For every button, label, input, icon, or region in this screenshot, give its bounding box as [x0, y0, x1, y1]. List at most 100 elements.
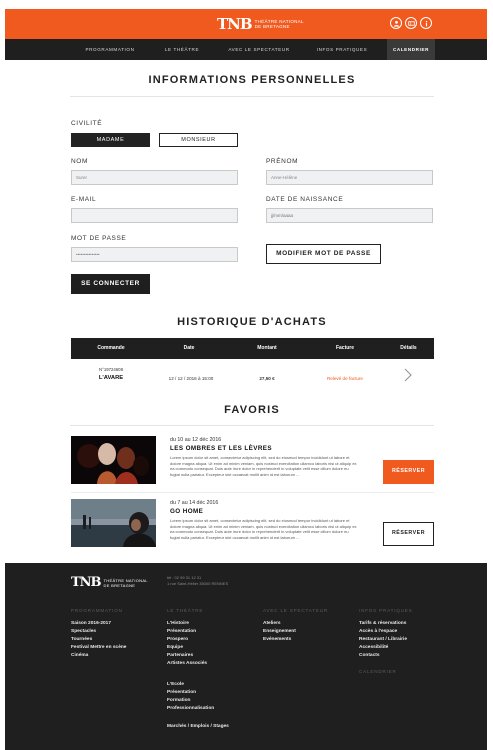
show-image-go-home[interactable] [71, 499, 156, 547]
col-details: Détails [400, 345, 417, 351]
footer-link[interactable]: Prospero [167, 636, 207, 644]
footer-link[interactable]: Restaurant / Librairie [359, 636, 407, 644]
footer-link[interactable]: Partenaires [167, 652, 207, 660]
fav-title[interactable]: GO HOME [170, 508, 203, 515]
birth-label: DATE DE NAISSANCE [266, 196, 344, 203]
history-title: HISTORIQUE D'ACHATS [177, 316, 327, 328]
birth-date-field[interactable] [266, 208, 433, 223]
footer-link[interactable]: Evénements [263, 636, 296, 644]
footer-link[interactable]: Cinéma [71, 652, 126, 660]
nav-avec-le-spectateur[interactable]: AVEC LE SPECTATEUR [223, 39, 295, 60]
footer-logo-text: THÉÂTRE NATIONAL DE BRETAGNE [104, 578, 148, 588]
email-field[interactable] [71, 208, 238, 223]
footer-link[interactable]: Festival Mettre en scène [71, 644, 126, 652]
divider [70, 96, 434, 97]
footer-link[interactable]: Enseignement [263, 628, 296, 636]
footer-link[interactable]: L'Ecole [167, 681, 214, 689]
footer-link[interactable]: Présentation [167, 628, 207, 636]
order-amount: 27,50 € [259, 376, 275, 381]
madame-toggle[interactable]: MADAME [71, 133, 150, 147]
show-image-ombres[interactable] [71, 436, 156, 484]
password-field[interactable] [71, 247, 238, 262]
footer: TNB THÉÂTRE NATIONAL DE BRETAGNE tél : 0… [5, 563, 487, 750]
nom-field[interactable] [71, 170, 238, 185]
footer-col-infos: Tarifs & réservations Accès à l'espace R… [359, 620, 407, 660]
footer-address: 1 rue Saint-Hélier 35000 RENNES [167, 581, 229, 586]
footer-link[interactable]: Ateliers [263, 620, 296, 628]
footer-col-programmation: Saison 2016-2017 Spectacles Tournées Fes… [71, 620, 126, 660]
footer-link[interactable]: Contacts [359, 652, 407, 660]
col-facture: Facture [335, 345, 355, 351]
email-label: E-MAIL [71, 196, 97, 203]
order-number: N°19724608 [99, 367, 123, 372]
footer-col-infos-head[interactable]: INFOS PRATIQUES [359, 608, 413, 613]
nav-le-theatre[interactable]: LE THÉÂTRE [155, 39, 209, 60]
user-icon[interactable] [390, 17, 402, 29]
footer-logo-mark: TNB [71, 575, 102, 590]
fav-description: Lorem ipsum dolor sit amet, consectetur … [170, 455, 357, 477]
prenom-label: PRÉNOM [266, 158, 299, 165]
footer-col-spectateur: Ateliers Enseignement Evénements [263, 620, 296, 644]
reserve-button[interactable]: RÉSERVER [383, 522, 434, 546]
footer-col-ecole: L'Ecole Présentation Formation Professio… [167, 681, 214, 713]
prenom-field[interactable] [266, 170, 433, 185]
modify-password-button[interactable]: MODIFIER MOT DE PASSE [266, 244, 381, 264]
monsieur-toggle[interactable]: MONSIEUR [159, 133, 238, 147]
col-montant: Montant [257, 345, 277, 351]
invoice-link[interactable]: Relevé de facture [315, 376, 375, 381]
footer-col-theatre-head[interactable]: LE THÉÂTRE [167, 608, 203, 613]
reserve-button[interactable]: RÉSERVER [383, 460, 434, 484]
footer-col-theatre: L'Histoire Présentation Prospero Equipe … [167, 620, 207, 668]
footer-link[interactable]: Artistes Associés [167, 660, 207, 668]
ticket-icon[interactable] [405, 17, 417, 29]
top-icons [390, 17, 432, 29]
footer-link[interactable]: L'Histoire [167, 620, 207, 628]
col-commande: Commande [97, 345, 125, 351]
footer-link[interactable]: Présentation [167, 689, 214, 697]
footer-logo[interactable]: TNB THÉÂTRE NATIONAL DE BRETAGNE [71, 575, 148, 590]
main-nav: PROGRAMMATION LE THÉÂTRE AVEC LE SPECTAT… [5, 39, 487, 60]
order-date: 12 / 12 / 2016 à 15:00 [168, 376, 214, 381]
personal-info-title: INFORMATIONS PERSONNELLES [148, 74, 356, 86]
fav-title[interactable]: LES OMBRES ET LES LÈVRES [170, 445, 272, 452]
footer-link[interactable]: Formation [167, 697, 214, 705]
footer-link[interactable]: Spectacles [71, 628, 126, 636]
footer-calendrier-head[interactable]: CALENDRIER [359, 669, 397, 674]
footer-contact: tél : 02 99 31 12 31 1 rue Saint-Hélier … [167, 575, 228, 587]
divider [71, 492, 434, 493]
favoris-title: FAVORIS [224, 404, 280, 416]
nav-programmation[interactable]: PROGRAMMATION [79, 39, 141, 60]
footer-link[interactable]: Accès à l'espace [359, 628, 407, 636]
footer-logo-line-2: DE BRETAGNE [103, 582, 136, 588]
logo-mark: TNB [217, 15, 253, 33]
logo-text: THÉÂTRE NATIONAL DE BRETAGNE [255, 19, 304, 29]
footer-link[interactable]: Equipe [167, 644, 207, 652]
footer-phone: tél : 02 99 31 12 31 [167, 575, 202, 580]
site-logo[interactable]: TNB THÉÂTRE NATIONAL DE BRETAGNE [217, 15, 304, 33]
footer-link[interactable]: Professionnalisation [167, 705, 214, 713]
fav-date: du 7 au 14 déc 2016 [170, 500, 219, 506]
fav-date: du 10 au 12 déc 2016 [170, 437, 222, 443]
connect-button[interactable]: SE CONNECTER [71, 274, 150, 294]
nav-infos-pratiques[interactable]: INFOS PRATIQUES [310, 39, 374, 60]
nav-calendrier[interactable]: CALENDRIER [387, 39, 435, 60]
footer-col-spectateur-head[interactable]: AVEC LE SPECTATEUR [263, 608, 328, 613]
footer-link-marches[interactable]: Marchés / Emplois / Stages [167, 723, 229, 731]
chevron-right-icon[interactable] [401, 368, 415, 382]
civilite-label: CIVILITÉ [71, 120, 103, 127]
logo-line-2: DE BRETAGNE [254, 24, 290, 29]
footer-link[interactable]: Tarifs & réservations [359, 620, 407, 628]
password-label: MOT DE PASSE [71, 235, 127, 242]
col-date: Date [183, 345, 195, 351]
fav-description: Lorem ipsum dolor sit amet, consectetur … [170, 518, 357, 540]
history-table-header: Commande Date Montant Facture Détails [71, 338, 434, 359]
footer-link[interactable]: Accessibilité [359, 644, 407, 652]
order-show: L'AVARE [98, 375, 124, 381]
footer-link[interactable]: Saison 2016-2017 [71, 620, 126, 628]
nom-label: NOM [71, 158, 88, 165]
top-bar: TNB THÉÂTRE NATIONAL DE BRETAGNE [5, 9, 487, 39]
footer-col-programmation-head[interactable]: PROGRAMMATION [71, 608, 123, 613]
footer-link[interactable]: Tournées [71, 636, 126, 644]
page: TNB THÉÂTRE NATIONAL DE BRETAGNE PROGRAM… [0, 0, 493, 750]
info-icon[interactable] [420, 17, 432, 29]
